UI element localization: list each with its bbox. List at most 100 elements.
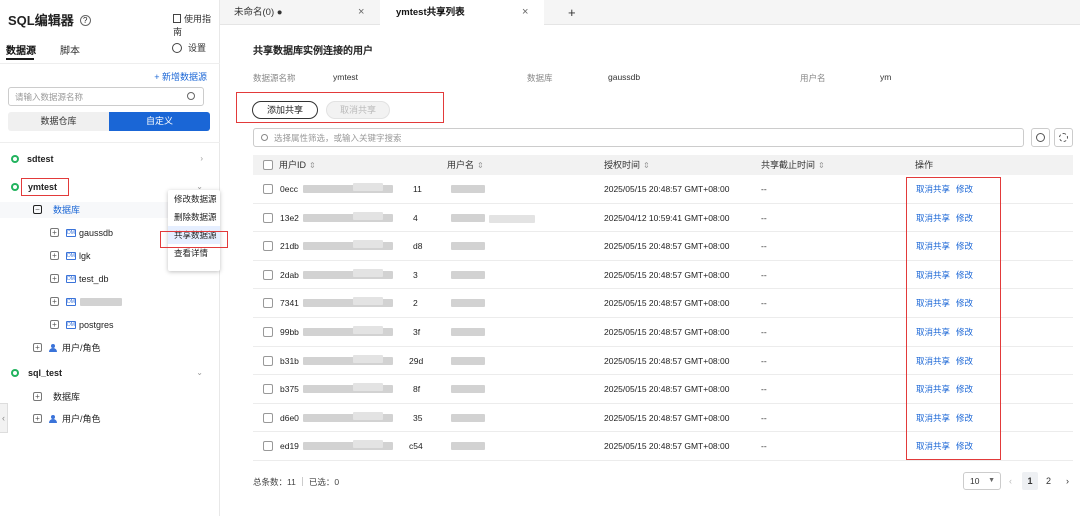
tab-share-list[interactable]: ymtest共享列表 × — [380, 0, 544, 25]
chevron-right-icon[interactable]: › — [200, 151, 203, 167]
tree-item-db[interactable]: + DM — [0, 294, 219, 310]
auth-time: 2025/05/15 20:48:57 GMT+08:00 — [604, 298, 730, 309]
row-checkbox[interactable] — [263, 212, 273, 223]
share-deadline: -- — [761, 384, 767, 395]
auth-time: 2025/05/15 20:48:57 GMT+08:00 — [604, 441, 730, 452]
tree-item-users-roles[interactable]: + 用户/角色 — [0, 411, 219, 427]
expand-icon[interactable]: + — [33, 414, 42, 423]
auth-time: 2025/05/15 20:48:57 GMT+08:00 — [604, 384, 730, 395]
expand-icon[interactable]: + — [50, 320, 59, 329]
expand-icon[interactable]: + — [50, 228, 59, 237]
row-checkbox[interactable] — [263, 384, 273, 395]
gear-icon — [172, 43, 182, 53]
expand-icon[interactable]: + — [50, 251, 59, 260]
user-id-start: ed19 — [280, 441, 299, 452]
page-2[interactable]: 2 — [1046, 472, 1051, 490]
select-all-checkbox[interactable] — [263, 160, 273, 170]
auth-time: 2025/05/15 20:48:57 GMT+08:00 — [604, 412, 730, 423]
redacted-username — [451, 270, 485, 279]
page-size-select[interactable]: 10 ▼ — [963, 472, 1001, 490]
tab-datasource[interactable]: 数据源 — [6, 42, 36, 57]
row-checkbox[interactable] — [263, 241, 273, 252]
redacted-user-id — [353, 268, 383, 277]
column-header-username[interactable]: 用户名 ⇕ — [447, 155, 484, 176]
expand-icon[interactable]: + — [50, 274, 59, 283]
chevron-down-icon[interactable]: ⌄ — [196, 365, 203, 381]
tab-label: ymtest共享列表 — [396, 7, 465, 18]
user-id-end: 3 — [413, 269, 418, 280]
column-header-deadline[interactable]: 共享截止时间 ⇕ — [761, 155, 825, 176]
tab-script[interactable]: 脚本 — [60, 42, 80, 57]
database-icon: DM — [66, 252, 76, 260]
redacted-user-id — [353, 240, 383, 249]
expand-icon[interactable]: + — [50, 297, 59, 306]
user-id-start: d6e0 — [280, 412, 299, 423]
guide-link[interactable]: 使用指南 — [173, 12, 219, 38]
close-icon[interactable]: × — [358, 0, 364, 25]
column-header-auth-time[interactable]: 授权时间 ⇕ — [604, 155, 650, 176]
tree-item-database-folder[interactable]: + 数据库 — [0, 389, 219, 405]
status-online-icon — [11, 369, 19, 377]
filter-search[interactable] — [253, 128, 1024, 147]
tree-item-users-roles[interactable]: + 用户/角色 — [0, 340, 219, 356]
sort-icon: ⇕ — [643, 161, 650, 170]
tab-label: 未命名(0) ● — [234, 7, 283, 18]
info-label: 数据库 — [527, 73, 553, 83]
prev-page-button[interactable]: ‹ — [1009, 472, 1012, 490]
refresh-button[interactable] — [1031, 128, 1050, 147]
menu-item-delete-datasource[interactable]: 删除数据源 — [168, 208, 220, 226]
add-datasource-link[interactable]: + 新增数据源 — [154, 70, 207, 83]
auth-time: 2025/05/15 20:48:57 GMT+08:00 — [604, 241, 730, 252]
redacted-username — [451, 356, 485, 365]
info-ds-key: 数据源名称 — [253, 72, 296, 84]
info-ds-value: ymtest — [333, 72, 359, 82]
segment-custom[interactable]: 自定义 — [109, 112, 210, 131]
cancel-share-button[interactable]: 取消共享 — [326, 101, 390, 119]
tree-item-db[interactable]: + DM test_db — [0, 271, 219, 287]
expand-icon[interactable]: + — [33, 343, 42, 352]
source-type-toggle[interactable]: 数据仓库 自定义 — [8, 112, 210, 131]
close-icon[interactable]: × — [522, 0, 528, 25]
search-icon — [261, 134, 268, 141]
search-icon[interactable] — [187, 92, 195, 100]
info-user-key: 用户名 — [800, 72, 826, 84]
row-checkbox[interactable] — [263, 298, 273, 309]
row-checkbox[interactable] — [263, 412, 273, 423]
share-deadline: -- — [761, 441, 767, 452]
auth-time: 2025/05/15 20:48:57 GMT+08:00 — [604, 269, 730, 280]
filter-search-input[interactable] — [254, 129, 954, 146]
row-checkbox[interactable] — [263, 269, 273, 280]
row-checkbox[interactable] — [263, 184, 273, 194]
redacted-username — [451, 299, 485, 308]
tree-item-db[interactable]: + DM postgres — [0, 317, 219, 333]
add-share-button[interactable]: 添加共享 — [252, 101, 318, 119]
datasource-search[interactable] — [8, 87, 204, 106]
table-settings-button[interactable] — [1054, 128, 1073, 147]
tree-item-label: 数据库 — [53, 205, 81, 215]
datasource-search-input[interactable] — [9, 88, 179, 105]
next-page-button[interactable]: › — [1066, 472, 1069, 490]
redacted-user-id — [353, 297, 383, 306]
collapse-icon[interactable]: − — [33, 205, 42, 214]
tree-item-sql-test[interactable]: sql_test ⌄ — [0, 365, 219, 381]
auth-time: 2025/05/15 20:48:57 GMT+08:00 — [604, 327, 730, 337]
user-id-end: 35 — [413, 412, 423, 423]
new-tab-button[interactable]: + — [568, 0, 582, 25]
row-checkbox[interactable] — [263, 441, 273, 452]
selected-count: 已选：0 — [308, 477, 340, 487]
page-1[interactable]: 1 — [1022, 472, 1038, 490]
row-checkbox[interactable] — [263, 355, 273, 366]
tab-untitled[interactable]: 未命名(0) ● × — [220, 0, 380, 25]
menu-item-edit-datasource[interactable]: 修改数据源 — [168, 190, 220, 208]
column-header-user-id[interactable]: 用户ID ⇕ — [279, 155, 316, 176]
redacted-user-id — [353, 183, 383, 191]
redacted-username — [451, 242, 485, 251]
segment-warehouse[interactable]: 数据仓库 — [8, 112, 109, 131]
tree-item-label: postgres — [79, 320, 114, 330]
question-circle-icon[interactable]: ? — [79, 15, 91, 26]
collapse-sidebar-button[interactable]: ‹ — [0, 403, 8, 433]
settings-button[interactable]: 设置 — [172, 41, 206, 54]
row-checkbox[interactable] — [263, 327, 273, 337]
tree-item-sdtest[interactable]: sdtest › — [0, 151, 219, 167]
expand-icon[interactable]: + — [33, 392, 42, 401]
